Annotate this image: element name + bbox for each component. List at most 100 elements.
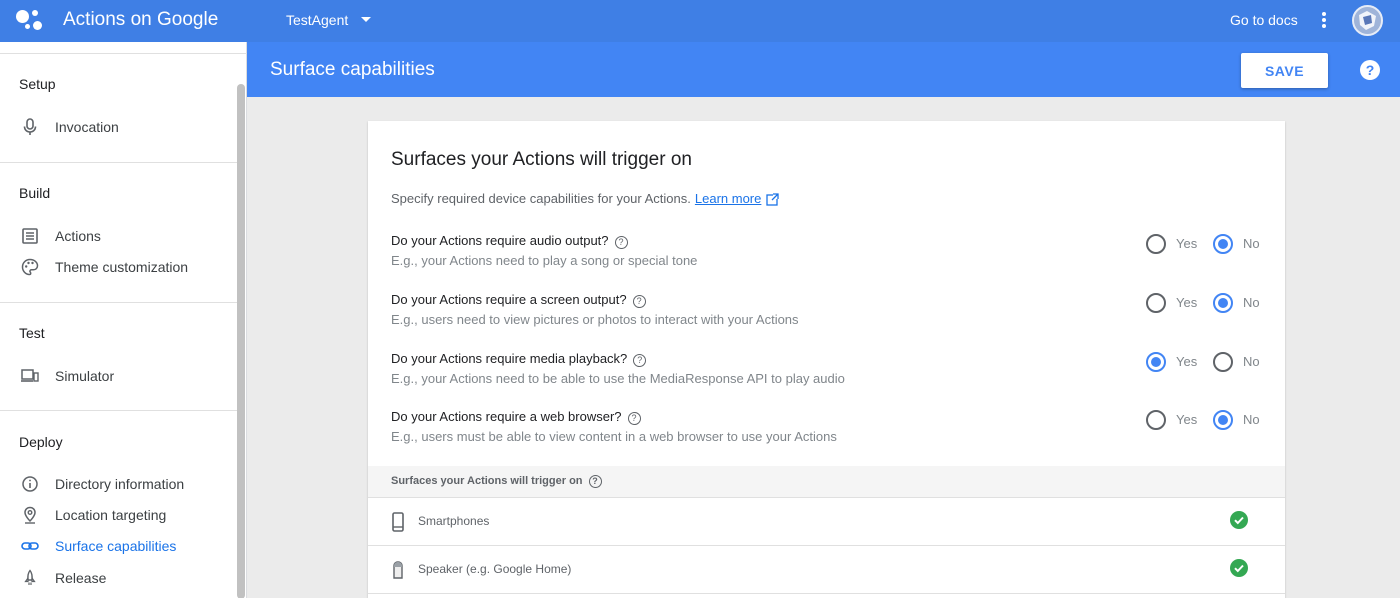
radio-yes[interactable] — [1146, 234, 1166, 254]
sidebar-item-release[interactable]: Release — [0, 563, 236, 593]
question-screen-output: Do your Actions require a screen output?… — [391, 292, 1261, 332]
question-label: Do your Actions require a web browser? — [391, 409, 622, 424]
check-circle-icon — [1230, 511, 1248, 529]
card-description: Specify required device capabilities for… — [391, 191, 780, 206]
question-example: E.g., your Actions need to be able to us… — [391, 371, 845, 386]
radio-yes-label[interactable]: Yes — [1176, 236, 1197, 251]
help-icon[interactable]: ? — [614, 236, 628, 249]
sidebar: Setup Invocation Build Actions Theme cus… — [0, 42, 247, 598]
radio-yes[interactable] — [1146, 352, 1166, 372]
help-icon[interactable]: ? — [632, 295, 646, 308]
info-icon — [22, 476, 38, 492]
card-title: Surfaces your Actions will trigger on — [391, 149, 692, 170]
question-media-playback: Do your Actions require media playback??… — [391, 351, 1261, 391]
surfaces-table-header: Surfaces your Actions will trigger on? — [368, 466, 1285, 498]
go-to-docs-link[interactable]: Go to docs — [1230, 12, 1298, 28]
avatar[interactable] — [1352, 5, 1383, 36]
radio-no[interactable] — [1213, 352, 1233, 372]
question-text: Do your Actions require a web browser?? — [391, 409, 641, 425]
sidebar-item-simulator[interactable]: Simulator — [0, 361, 236, 391]
help-icon[interactable]: ? — [633, 354, 647, 367]
surface-name: Smartphones — [418, 514, 490, 528]
link-icon — [21, 542, 39, 550]
radio-no[interactable] — [1213, 410, 1233, 430]
radio-no[interactable] — [1213, 293, 1233, 313]
question-text: Do your Actions require a screen output?… — [391, 292, 646, 308]
sidebar-item-label: Invocation — [55, 119, 119, 135]
sidebar-item-actions[interactable]: Actions — [0, 221, 236, 251]
smartphone-icon — [392, 512, 404, 532]
surface-row-speaker: Speaker (e.g. Google Home) — [368, 546, 1285, 594]
sidebar-section-deploy: Deploy — [19, 434, 63, 450]
sidebar-divider — [0, 53, 247, 54]
question-label: Do your Actions require media playback? — [391, 351, 628, 366]
sidebar-section-build: Build — [19, 185, 51, 201]
radio-yes[interactable] — [1146, 293, 1166, 313]
question-web-browser: Do your Actions require a web browser?? … — [391, 409, 1261, 449]
radio-no-label[interactable]: No — [1243, 412, 1260, 427]
radio-yes-label[interactable]: Yes — [1176, 412, 1197, 427]
sidebar-item-label: Directory information — [55, 476, 185, 492]
surface-capabilities-card: Surfaces your Actions will trigger on Sp… — [368, 121, 1285, 598]
page-title: Surface capabilities — [270, 59, 435, 80]
sidebar-divider — [0, 162, 238, 163]
location-pin-icon — [24, 506, 36, 524]
sidebar-divider — [0, 410, 238, 411]
radio-yes-label[interactable]: Yes — [1176, 295, 1197, 310]
sidebar-item-theme-customization[interactable]: Theme customization — [0, 252, 236, 282]
sidebar-item-label: Surface capabilities — [55, 538, 177, 554]
check-circle-icon — [1230, 559, 1248, 577]
palette-icon — [21, 258, 39, 276]
project-selector[interactable]: TestAgent — [286, 12, 348, 28]
question-example: E.g., users must be able to view content… — [391, 429, 837, 444]
open-in-new-icon[interactable] — [766, 193, 780, 206]
sidebar-item-surface-capabilities[interactable]: Surface capabilities — [0, 531, 236, 561]
top-app-bar: Actions on Google TestAgent Go to docs — [0, 0, 1400, 42]
question-text: Do your Actions require media playback?? — [391, 351, 647, 367]
question-example: E.g., users need to view pictures or pho… — [391, 312, 799, 327]
surfaces-header-label: Surfaces your Actions will trigger on — [391, 475, 583, 487]
radio-yes[interactable] — [1146, 410, 1166, 430]
more-vert-icon[interactable] — [1318, 10, 1330, 30]
question-example: E.g., your Actions need to play a song o… — [391, 253, 698, 268]
sidebar-item-location-targeting[interactable]: Location targeting — [0, 500, 236, 530]
question-label: Do your Actions require audio output? — [391, 233, 609, 248]
sidebar-scrollbar[interactable] — [237, 84, 245, 598]
sidebar-section-setup: Setup — [19, 76, 56, 92]
sidebar-item-label: Theme customization — [55, 259, 189, 275]
radio-no[interactable] — [1213, 234, 1233, 254]
question-label: Do your Actions require a screen output? — [391, 292, 627, 307]
learn-more-link[interactable]: Learn more — [695, 191, 761, 206]
sidebar-item-label: Actions — [55, 228, 101, 244]
page-header: Surface capabilities SAVE ? — [247, 42, 1400, 97]
save-button[interactable]: SAVE — [1241, 53, 1328, 88]
help-icon[interactable]: ? — [627, 412, 641, 425]
app-title[interactable]: Actions on Google — [63, 9, 218, 31]
surfaces-header-text: Surfaces your Actions will trigger on? — [391, 475, 602, 488]
microphone-icon — [23, 118, 37, 135]
sidebar-divider — [0, 302, 238, 303]
radio-no-label[interactable]: No — [1243, 295, 1260, 310]
help-icon[interactable]: ? — [588, 475, 602, 488]
description-text: Specify required device capabilities for… — [391, 191, 691, 206]
radio-no-label[interactable]: No — [1243, 354, 1260, 369]
sidebar-section-test: Test — [19, 325, 45, 341]
rocket-icon — [24, 569, 36, 585]
sidebar-item-label: Release — [55, 570, 107, 586]
sidebar-item-label: Location targeting — [55, 507, 167, 523]
devices-icon — [21, 369, 39, 382]
sidebar-item-directory-information[interactable]: Directory information — [0, 469, 236, 499]
assistant-logo-icon[interactable] — [16, 8, 44, 32]
surface-row-smartphones: Smartphones — [368, 498, 1285, 546]
question-text: Do your Actions require audio output?? — [391, 233, 628, 249]
radio-no-label[interactable]: No — [1243, 236, 1260, 251]
radio-yes-label[interactable]: Yes — [1176, 354, 1197, 369]
list-icon — [22, 228, 38, 244]
question-audio-output: Do your Actions require audio output?? E… — [391, 233, 1261, 273]
sidebar-item-invocation[interactable]: Invocation — [0, 112, 236, 142]
sidebar-item-label: Simulator — [55, 368, 115, 384]
surface-name: Speaker (e.g. Google Home) — [418, 562, 572, 576]
help-icon[interactable]: ? — [1360, 60, 1380, 80]
speaker-icon — [393, 561, 403, 579]
dropdown-caret-icon[interactable] — [361, 17, 371, 22]
